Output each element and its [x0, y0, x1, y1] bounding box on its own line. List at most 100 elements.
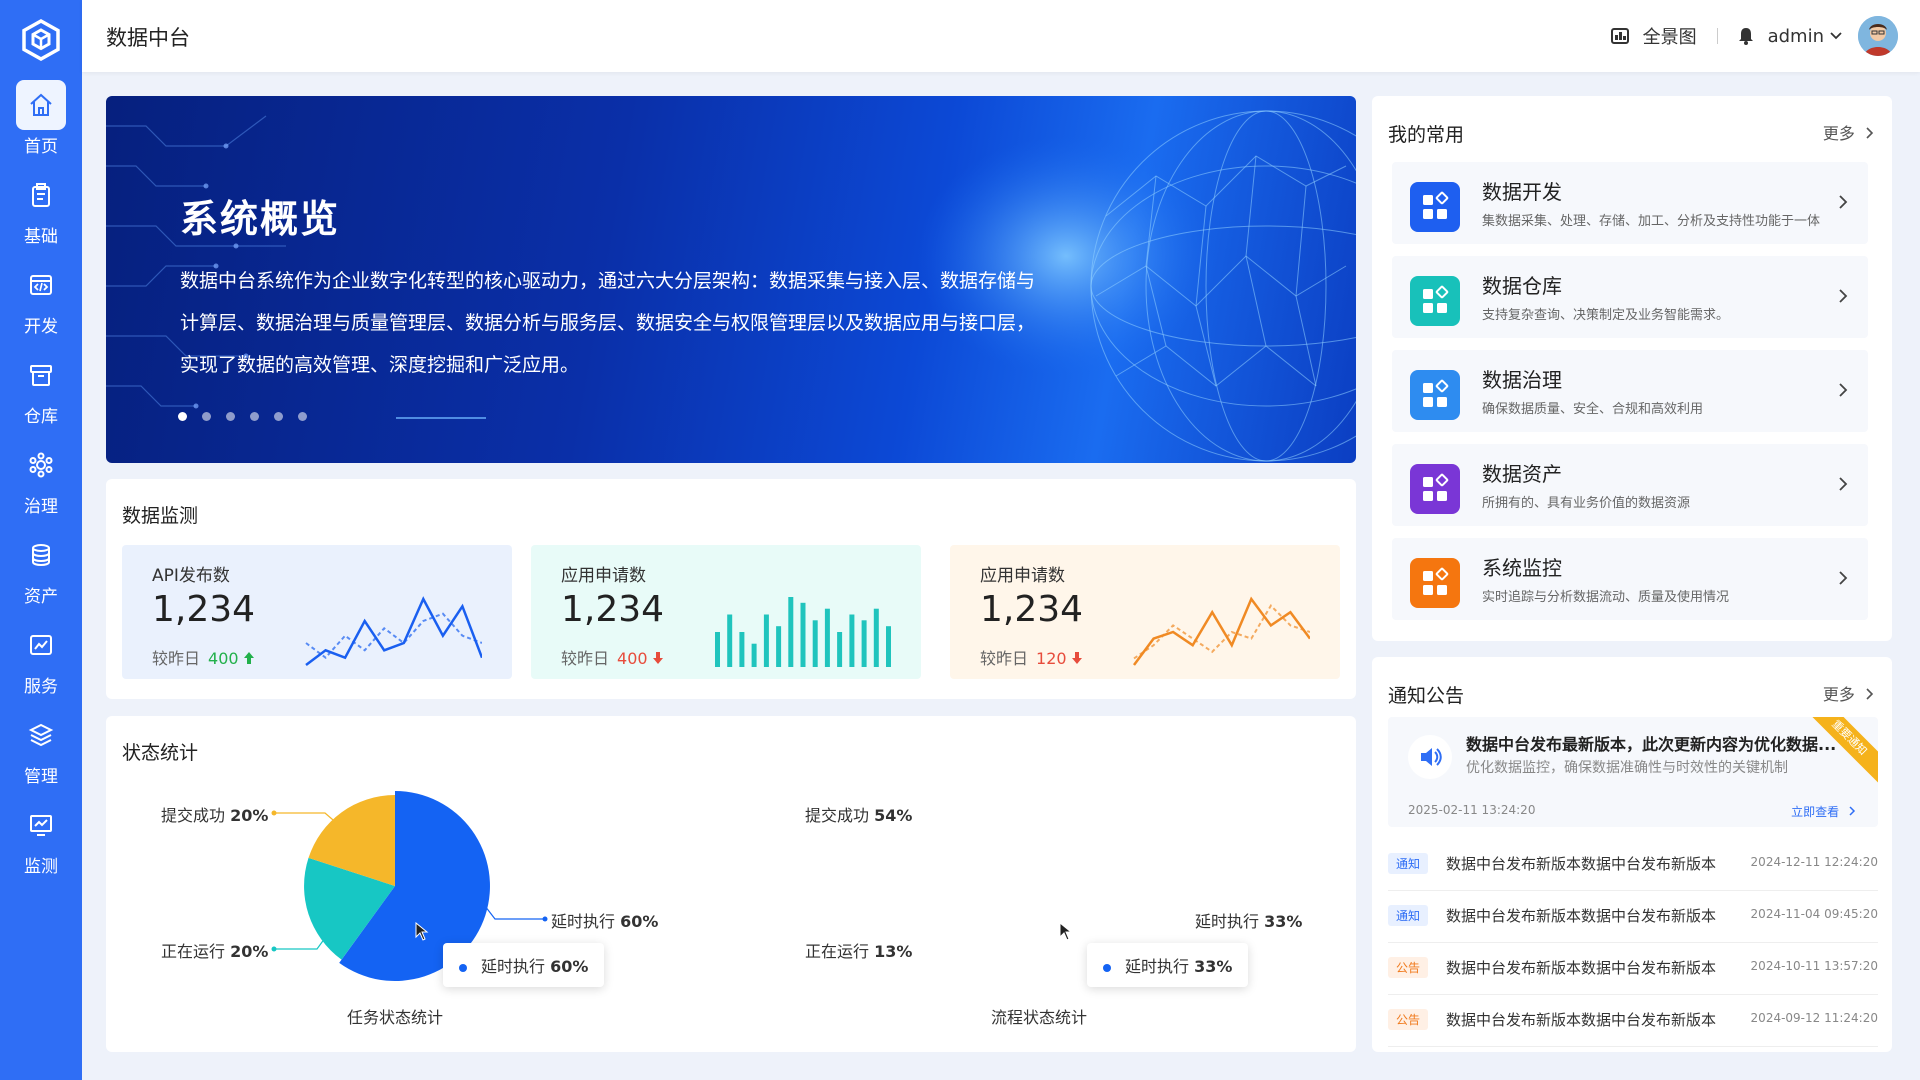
metric-delta: 400 — [617, 649, 648, 668]
metric-card[interactable]: API发布数 1,234 较昨日 400 — [122, 545, 512, 679]
sparkline-chart — [1132, 596, 1310, 666]
sidebar-item-label: 服务 — [24, 677, 58, 697]
avatar[interactable] — [1858, 16, 1898, 56]
spark-bar — [727, 614, 733, 667]
carousel-dot[interactable] — [202, 412, 211, 421]
archive-icon — [16, 350, 66, 400]
panorama-button[interactable]: 全景图 — [1610, 23, 1697, 49]
metric-label: 应用申请数 — [980, 566, 1065, 586]
carousel-dot[interactable] — [274, 412, 283, 421]
favorite-item[interactable]: 数据资产 所拥有的、具有业务价值的数据资源 — [1392, 444, 1868, 526]
favorite-item[interactable]: 系统监控 实时追踪与分析数据流动、质量及使用情况 — [1392, 538, 1868, 620]
monitor-icon — [16, 800, 66, 850]
chevron-right-icon — [1839, 195, 1848, 209]
notice-row[interactable]: 公告 数据中台发布新版本数据中台发布新版本 2024-10-11 13:57:20 — [1388, 943, 1878, 995]
favorite-desc: 确保数据质量、安全、合规和高效利用 — [1482, 402, 1704, 417]
carousel-dot[interactable] — [298, 412, 307, 421]
carousel-dots — [178, 412, 322, 421]
spark-bar — [800, 602, 806, 667]
pie-label: 提交成功 54% — [805, 802, 912, 826]
metric-card[interactable]: 应用申请数 1,234 较昨日 400 — [531, 545, 921, 679]
spark-bar — [715, 632, 720, 667]
arrow-down-icon — [652, 652, 663, 664]
carousel-dot[interactable] — [178, 412, 187, 421]
notice-date: 2024-12-11 12:24:20 — [1750, 855, 1878, 869]
metric-label: API发布数 — [152, 566, 230, 586]
tooltip-marker — [1103, 963, 1111, 972]
spark-bar — [873, 608, 879, 667]
tooltip-name: 延时执行 — [1125, 957, 1190, 976]
notices-more-label: 更多 — [1822, 685, 1855, 704]
notice-row[interactable]: 通知 数据中台发布新版本数据中台发布新版本 2024-12-11 12:24:20 — [1388, 839, 1878, 891]
spark-bar — [788, 597, 794, 667]
chevron-right-icon — [1849, 806, 1856, 816]
notice-tag: 公告 — [1388, 957, 1429, 978]
app-grid-icon — [1410, 464, 1460, 514]
metric-value: 1,234 — [561, 589, 665, 630]
favorite-title: 数据治理 — [1482, 368, 1562, 392]
sidebar-item-8[interactable]: 监测 — [0, 800, 82, 882]
sidebar-item-7[interactable]: 管理 — [0, 710, 82, 792]
page-title: 数据中台 — [106, 26, 190, 50]
sidebar-item-4[interactable]: 治理 — [0, 440, 82, 522]
notices-title: 通知公告 — [1388, 685, 1465, 707]
notices-more-link[interactable]: 更多 — [1823, 681, 1874, 705]
metric-compare: 较昨日 120 — [980, 645, 1082, 669]
header-divider — [1716, 28, 1718, 44]
sparkline-series-a — [1132, 596, 1310, 666]
overview-banner[interactable]: 系统概览 数据中台系统作为企业数字化转型的核心驱动力，通过六大分层架构：数据采集… — [106, 96, 1356, 463]
featured-notice[interactable]: 数据中台发布最新版本，此次更新内容为优化数据... 优化数据监控，确保数据准确性… — [1388, 717, 1878, 827]
banner-text: 数据中台系统作为企业数字化转型的核心驱动力，通过六大分层架构：数据采集与接入层、… — [180, 270, 1036, 376]
sidebar-item-2[interactable]: 开发 — [0, 260, 82, 342]
app-grid-icon — [1410, 182, 1460, 232]
status-card: 状态统计 提交成功 20% 正在运行 20% 延时执行 60% 任务状态统计 延时执行 … — [106, 716, 1356, 1052]
sidebar-item-1[interactable]: 基础 — [0, 170, 82, 252]
notice-text: 数据中台发布新版本数据中台发布新版本 — [1446, 907, 1717, 925]
user-menu[interactable]: admin — [1768, 26, 1842, 47]
notice-tag: 通知 — [1388, 905, 1429, 926]
panorama-label: 全景图 — [1642, 27, 1697, 48]
view-now-label: 立即查看 — [1791, 805, 1840, 819]
metric-value: 1,234 — [152, 589, 256, 630]
favorites-more-link[interactable]: 更多 — [1823, 120, 1874, 144]
favorite-item[interactable]: 数据开发 集数据采集、处理、存储、加工、分析及支持性功能于一体 — [1392, 162, 1868, 244]
app-grid-icon — [1410, 558, 1460, 608]
logo-icon[interactable] — [20, 19, 62, 61]
sidebar-item-0[interactable]: 首页 — [0, 80, 82, 162]
monitor-title: 数据监测 — [122, 505, 199, 527]
sidebar-item-5[interactable]: 资产 — [0, 530, 82, 612]
pie-tooltip: 延时执行 33% — [1087, 943, 1249, 987]
sidebar-item-label: 基础 — [24, 227, 58, 247]
notice-tag: 公告 — [1388, 1009, 1429, 1030]
notice-row[interactable]: 公告 数据中台发布新版本数据中台发布新版本 2024-09-12 11:24:20 — [1388, 995, 1878, 1047]
featured-notice-date: 2025-02-11 13:24:20 — [1408, 803, 1536, 817]
bell-icon[interactable] — [1738, 27, 1754, 45]
pie-chart — [106, 716, 746, 1052]
compare-label: 较昨日 — [980, 649, 1029, 668]
database-icon — [16, 530, 66, 580]
sparkline-chart — [305, 596, 482, 666]
arrow-down-icon — [1071, 652, 1082, 664]
favorite-item[interactable]: 数据仓库 支持复杂查询、决策制定及业务智能需求。 — [1392, 256, 1868, 338]
sidebar-item-3[interactable]: 仓库 — [0, 350, 82, 432]
pie-label-pct: 54% — [874, 806, 913, 825]
notice-row[interactable]: 通知 数据中台发布新版本数据中台发布新版本 2024-11-04 09:45:20 — [1388, 891, 1878, 943]
spark-bar — [837, 632, 843, 667]
notice-date: 2024-11-04 09:45:20 — [1750, 907, 1878, 921]
metric-card[interactable]: 应用申请数 1,234 较昨日 120 — [950, 545, 1340, 679]
favorite-item[interactable]: 数据治理确保数据质量、安全、合规和高效利用 — [1392, 350, 1868, 432]
banner-title: 系统概览 — [180, 197, 341, 241]
carousel-dot[interactable] — [226, 412, 235, 421]
sidebar-item-6[interactable]: 服务 — [0, 620, 82, 702]
pie-label-name: 提交成功 — [805, 806, 870, 825]
view-now-link[interactable]: 立即查看 — [1791, 803, 1856, 820]
favorite-desc: 所拥有的、具有业务价值的数据资源 — [1482, 496, 1691, 511]
notice-text: 数据中台发布新版本数据中台发布新版本 — [1446, 959, 1717, 977]
chevron-down-icon — [1830, 32, 1842, 40]
sidebar-item-label: 治理 — [24, 497, 58, 517]
favorite-desc: 集数据采集、处理、存储、加工、分析及支持性功能于一体 — [1482, 214, 1821, 229]
sparkline-chart — [715, 597, 891, 667]
carousel-dot[interactable] — [250, 412, 259, 421]
sidebar-item-label: 开发 — [24, 317, 58, 337]
sidebar-item-label: 管理 — [24, 767, 58, 787]
